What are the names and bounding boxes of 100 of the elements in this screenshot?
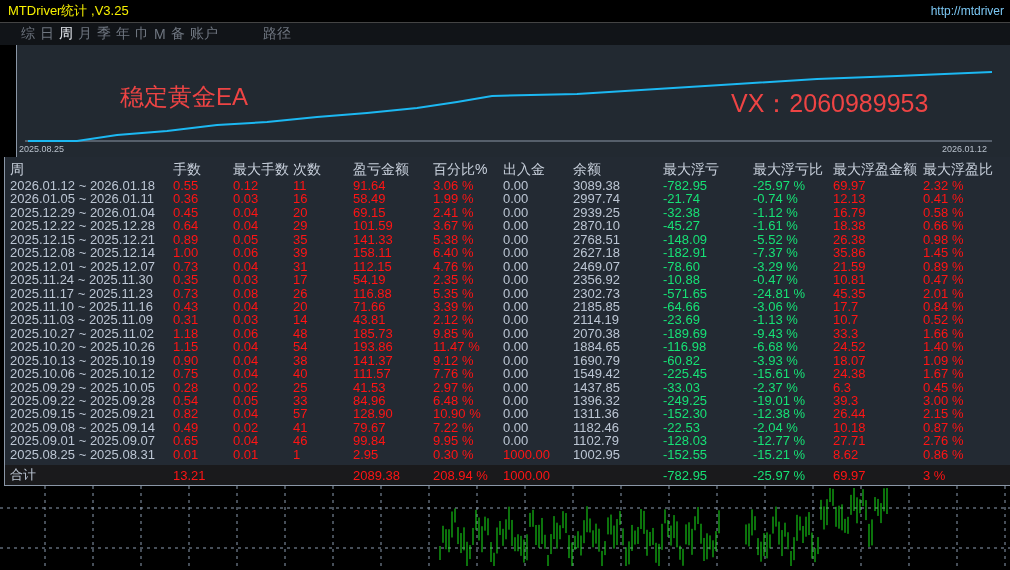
table-cell-text: 45.35 xyxy=(833,286,867,300)
axis-label: 2025.08.25 xyxy=(19,144,65,154)
table-cell-text: 2025.10.06 ~ 2025.10.12 xyxy=(10,367,156,381)
table-cell-text: -1.13 % xyxy=(753,313,799,327)
table-cell-text: 0.02 xyxy=(233,380,260,394)
table-cell-text: 39 xyxy=(293,246,309,260)
table-cell-text: 0.05 xyxy=(233,232,260,247)
table-cell-text: -782.95 xyxy=(663,179,709,193)
table-cell-text: -64.66 xyxy=(663,299,701,314)
table-cell-text: 2.95 xyxy=(353,447,380,462)
table-cell-text: 0.75 xyxy=(173,367,200,381)
table-cell-text: -9.43 % xyxy=(753,326,799,341)
table-cell-text: 2025.09.15 ~ 2025.09.21 xyxy=(10,407,156,421)
table-cell-text: 1.09 % xyxy=(923,353,965,368)
table-cell-text: 0.82 xyxy=(173,407,200,421)
table-cell-text: 9.12 % xyxy=(433,353,475,368)
table-cell-text: 0.04 xyxy=(233,407,260,421)
table-cell-text: 0.52 % xyxy=(923,313,965,327)
table-cell-text: -5.52 % xyxy=(753,232,799,247)
tab[interactable]: 日 xyxy=(39,25,55,43)
table-cell-text: 11.47 % xyxy=(433,340,481,354)
table-cell-text: -32.38 xyxy=(663,205,701,220)
table-cell-text: 10.7 xyxy=(833,313,860,327)
table-cell-text: 0.55 xyxy=(173,179,200,193)
table-cell-text: 3.67 % xyxy=(433,219,475,233)
table-cell-text: 1.18 xyxy=(173,326,200,341)
table-cell-text: 20 xyxy=(293,205,309,220)
table-cell-text: 2.41 % xyxy=(433,205,475,220)
tab[interactable]: 周 xyxy=(58,25,74,43)
table-cell-text: 1884.65 xyxy=(573,340,621,354)
table-cell-text: 54.19 xyxy=(353,273,387,287)
tab[interactable]: 账户 xyxy=(188,25,219,43)
table-cell-text: 0.00 xyxy=(503,380,530,394)
table-cell-text: 69.97 xyxy=(833,467,867,483)
table-cell-text: 0.73 xyxy=(173,259,200,274)
table-cell-text: -12.38 % xyxy=(753,407,807,421)
table-cell-text: 2070.38 xyxy=(573,326,621,341)
tab[interactable]: 年 xyxy=(115,25,131,43)
table-cell-text: -6.68 % xyxy=(753,340,799,354)
tab[interactable]: 月 xyxy=(77,25,93,43)
table-cell-text: 43.81 xyxy=(353,313,387,327)
table-cell-text: 18.07 xyxy=(833,353,867,368)
table-cell-text: -22.53 xyxy=(663,420,701,435)
table-cell-text: 17 xyxy=(293,273,309,287)
table-cell-text: 0.45 xyxy=(173,205,200,220)
table-cell-text: 2025.10.20 ~ 2025.10.26 xyxy=(10,340,156,354)
table-cell-text: 9.85 % xyxy=(433,326,475,341)
table-cell-text: 0.04 xyxy=(233,219,260,233)
table-cell-text: 29 xyxy=(293,219,309,233)
table-cell-text: 2469.07 xyxy=(573,259,621,274)
table-cell-text: 5.38 % xyxy=(433,232,475,247)
table-cell-text: 1.00 xyxy=(173,246,200,260)
table-cell-text: 2025.09.01 ~ 2025.09.07 xyxy=(10,434,156,448)
column-header: 余额 xyxy=(573,161,602,179)
table-cell-text: 0.00 xyxy=(503,286,530,300)
table-cell-text: 24.52 xyxy=(833,340,867,354)
tab[interactable]: M xyxy=(153,26,167,42)
table-cell-text: 16 xyxy=(293,192,309,206)
table-cell-text: -25.97 % xyxy=(753,467,807,483)
tab[interactable]: 巾 xyxy=(134,25,150,43)
table-cell-text: 26 xyxy=(293,286,309,300)
table-cell-text: 0.41 % xyxy=(923,192,965,206)
table-cell-text: 合计 xyxy=(10,466,37,485)
table-cell-text: 54 xyxy=(293,340,309,354)
table-cell-text: 0.03 xyxy=(233,192,260,206)
table-cell-text: 2185.85 xyxy=(573,299,621,314)
table-cell-text: 10.18 xyxy=(833,420,867,435)
table-cell-text: -12.77 % xyxy=(753,434,807,448)
table-cell-text: 112.15 xyxy=(353,259,393,274)
table-cell-text: 0.73 xyxy=(173,286,200,300)
table-cell-text: 41.53 xyxy=(353,380,387,394)
table-cell-text: -0.74 % xyxy=(753,192,799,206)
column-header: 次数 xyxy=(293,161,322,179)
tab[interactable]: 备 xyxy=(169,25,186,43)
table-cell-text: 48 xyxy=(293,326,309,341)
table-cell-text: -78.60 xyxy=(663,259,701,274)
table-cell-text: 0.04 xyxy=(233,434,260,448)
table-cell-text: 0.00 xyxy=(503,394,530,408)
table-cell-text: 1311.36 xyxy=(573,407,621,421)
column-header: 百分比% xyxy=(433,161,489,179)
table-cell-text: 1.99 % xyxy=(433,192,475,206)
table-cell-text: -152.30 xyxy=(663,407,709,421)
table-cell-text: -7.37 % xyxy=(753,246,799,260)
table-cell-text: 21.59 xyxy=(833,259,867,274)
table-cell-text: 2114.19 xyxy=(573,313,621,327)
tab[interactable]: 路径 xyxy=(261,25,292,43)
column-header: 最大浮盈比 xyxy=(923,161,994,179)
table-cell-text: 0.31 xyxy=(173,313,200,327)
table-cell-text: -3.06 % xyxy=(753,299,799,314)
table-cell-text: 2627.18 xyxy=(573,246,621,260)
table-cell-text: 2302.73 xyxy=(573,286,621,300)
table-cell-text: 2025.11.24 ~ 2025.11.30 xyxy=(10,273,154,287)
table-cell-text: 0.05 xyxy=(233,394,260,408)
tab[interactable]: 综 xyxy=(20,25,36,43)
table-cell-text: -23.69 xyxy=(663,313,701,327)
table-cell-text: 5.35 % xyxy=(433,286,475,300)
window-title: MTDriver统计 ,V3.25 xyxy=(8,2,129,20)
table-cell-text: 0.00 xyxy=(503,326,530,341)
table-cell-text: -19.01 % xyxy=(753,394,807,408)
tab[interactable]: 季 xyxy=(96,25,112,43)
